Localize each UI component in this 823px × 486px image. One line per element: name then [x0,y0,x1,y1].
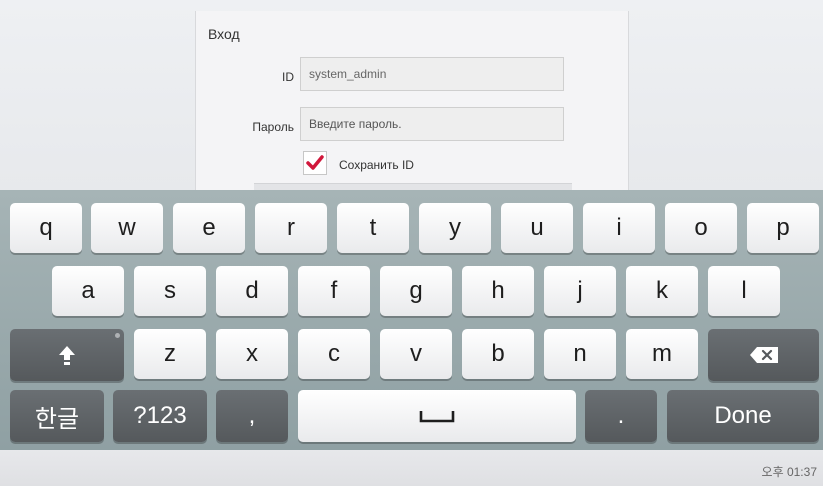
key-g[interactable]: g [380,266,452,316]
shift-indicator-dot [115,333,120,338]
key-q[interactable]: q [10,203,82,253]
key-v[interactable]: v [380,329,452,379]
clock-time: 오후 01:37 [761,465,817,479]
password-field[interactable]: Введите пароль. [300,107,564,141]
key-h[interactable]: h [462,266,534,316]
backspace-key[interactable] [708,329,819,381]
period-key[interactable]: . [585,390,657,442]
space-key[interactable] [298,390,576,442]
backspace-icon [749,347,778,363]
id-label: ID [282,70,294,84]
key-b[interactable]: b [462,329,534,379]
symbols-key[interactable]: ?123 [113,390,207,442]
comma-key[interactable]: , [216,390,288,442]
shift-arrow-icon [59,346,75,365]
key-s[interactable]: s [134,266,206,316]
key-j[interactable]: j [544,266,616,316]
remember-id-checkbox[interactable] [303,151,327,175]
key-a[interactable]: a [52,266,124,316]
done-key[interactable]: Done [667,390,819,442]
key-k[interactable]: k [626,266,698,316]
language-key[interactable]: 한글 [10,390,104,442]
space-icon [419,411,455,423]
key-w[interactable]: w [91,203,163,253]
status-bar: 오후 01:37 [0,450,823,486]
dialog-title: Вход [208,26,240,42]
shift-key[interactable] [10,329,124,381]
key-t[interactable]: t [337,203,409,253]
key-r[interactable]: r [255,203,327,253]
key-z[interactable]: z [134,329,206,379]
key-p[interactable]: p [747,203,819,253]
checkmark-icon [306,155,324,170]
key-d[interactable]: d [216,266,288,316]
key-o[interactable]: o [665,203,737,253]
key-m[interactable]: m [626,329,698,379]
key-f[interactable]: f [298,266,370,316]
remember-id-label: Сохранить ID [339,158,414,172]
id-field[interactable]: system_admin [300,57,564,91]
key-e[interactable]: e [173,203,245,253]
onscreen-keyboard: q w e r t y u i o p a s d f g h j k l z … [0,190,823,450]
password-label: Пароль [252,120,294,134]
login-dialog: Вход ID system_admin Пароль Введите паро… [195,11,629,191]
key-i[interactable]: i [583,203,655,253]
key-c[interactable]: c [298,329,370,379]
key-u[interactable]: u [501,203,573,253]
key-y[interactable]: y [419,203,491,253]
key-l[interactable]: l [708,266,780,316]
key-x[interactable]: x [216,329,288,379]
key-n[interactable]: n [544,329,616,379]
